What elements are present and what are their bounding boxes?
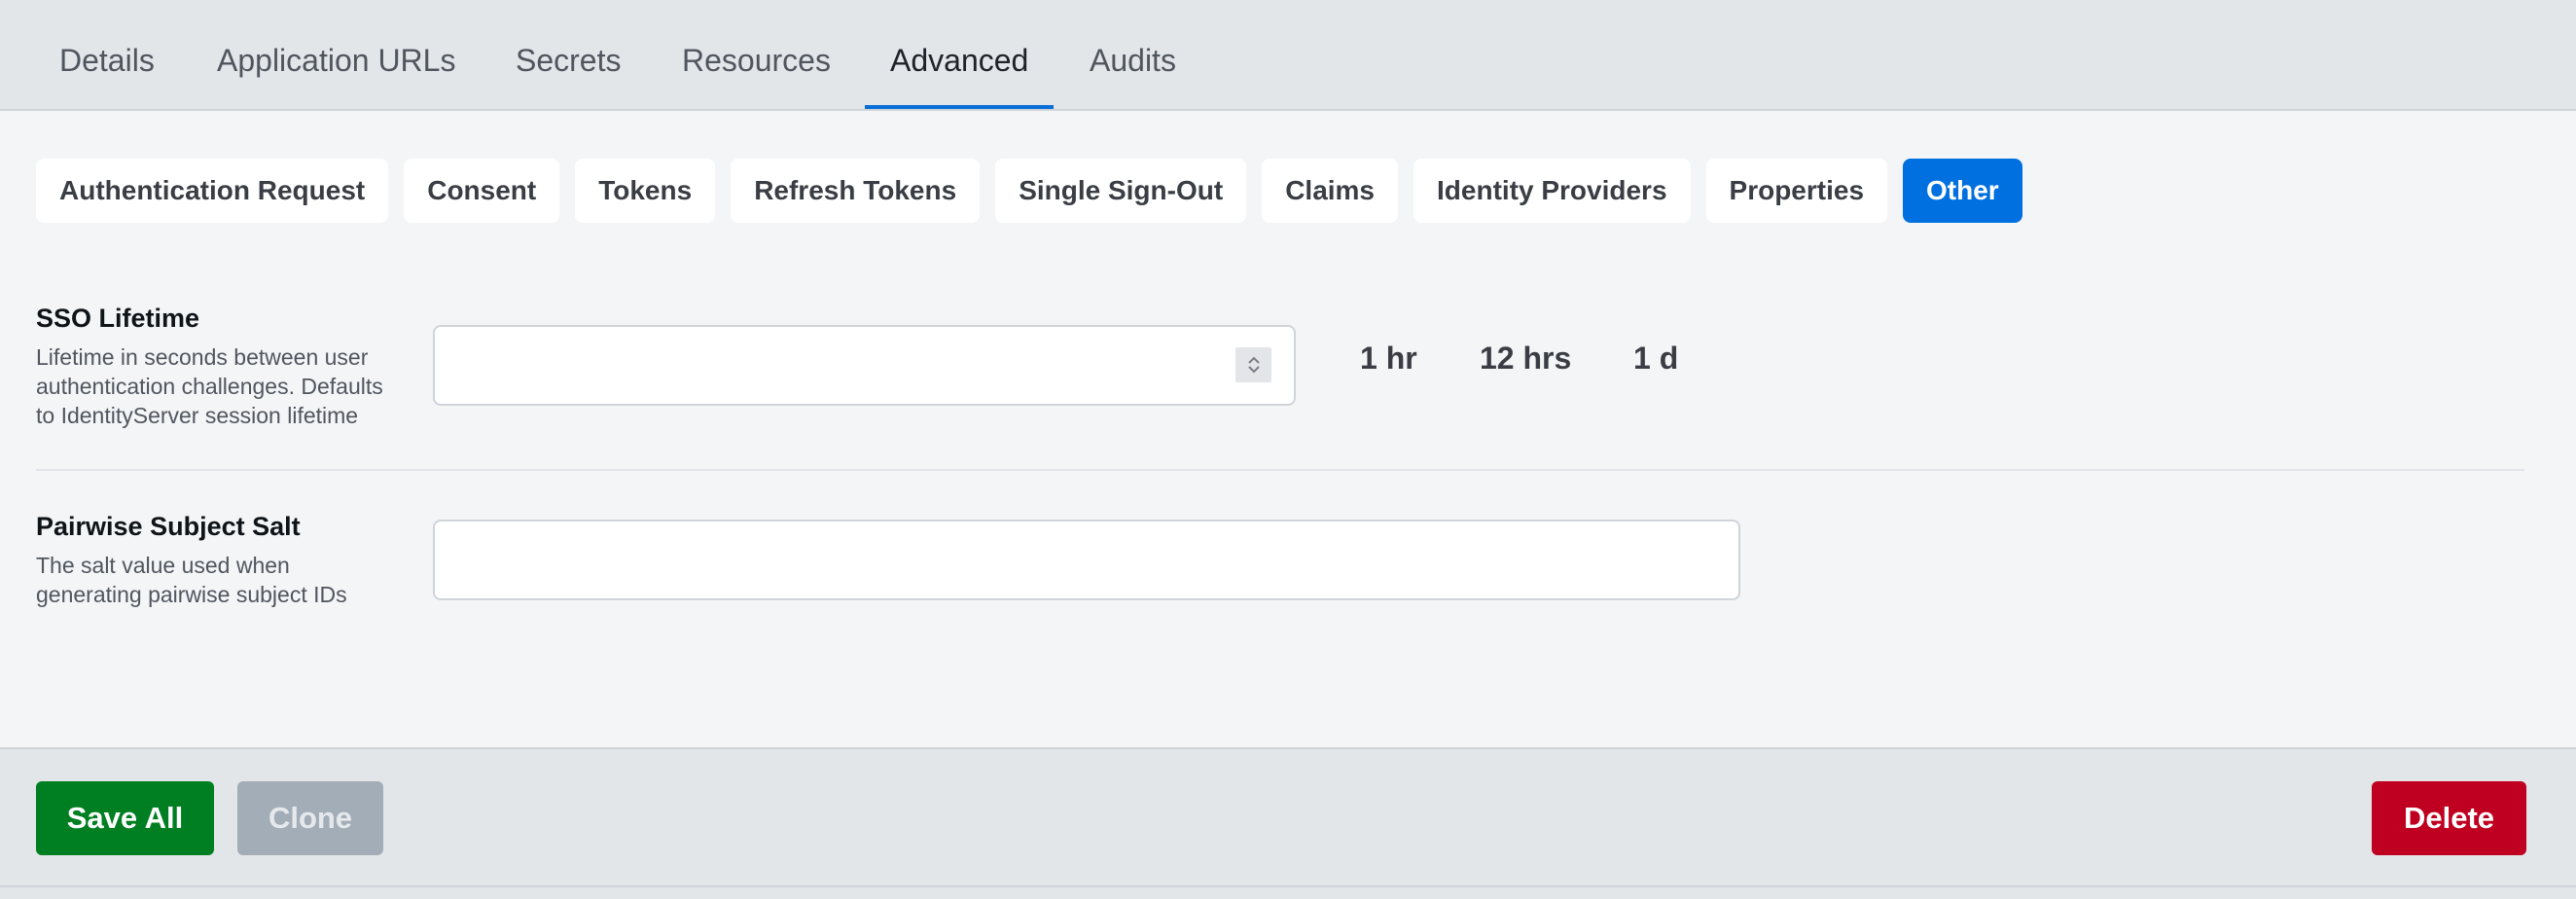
clone-button[interactable]: Clone bbox=[237, 781, 383, 855]
chevron-up-icon[interactable] bbox=[1246, 355, 1262, 365]
tab-audits[interactable]: Audits bbox=[1090, 0, 1176, 109]
sso-lifetime-description-line: authentication challenges. Defaults bbox=[36, 374, 383, 399]
bottom-strip bbox=[0, 887, 2576, 899]
subtab-other[interactable]: Other bbox=[1903, 159, 2022, 223]
tab-details[interactable]: Details bbox=[59, 0, 155, 109]
tab-application-urls[interactable]: Application URLs bbox=[217, 0, 455, 109]
pairwise-subject-salt-description: The salt value used when generating pair… bbox=[36, 551, 425, 609]
sso-lifetime-description: Lifetime in seconds between user authent… bbox=[36, 342, 425, 430]
tab-secrets[interactable]: Secrets bbox=[516, 0, 621, 109]
pairwise-description-line: The salt value used when bbox=[36, 553, 290, 578]
subtab-refresh-tokens[interactable]: Refresh Tokens bbox=[731, 159, 981, 223]
subtab-authentication-request[interactable]: Authentication Request bbox=[36, 159, 389, 223]
quick-set-1-d[interactable]: 1 d bbox=[1633, 341, 1678, 377]
action-footer: Save All Clone Delete bbox=[0, 747, 2576, 887]
sso-lifetime-description-line: Lifetime in seconds between user bbox=[36, 344, 369, 370]
save-all-button[interactable]: Save All bbox=[36, 781, 214, 855]
subtab-identity-providers[interactable]: Identity Providers bbox=[1413, 159, 1691, 223]
pairwise-description-line: generating pairwise subject IDs bbox=[36, 582, 347, 607]
subtab-properties[interactable]: Properties bbox=[1705, 159, 1888, 223]
quick-set-1-hr[interactable]: 1 hr bbox=[1360, 341, 1417, 377]
quick-set-12-hrs[interactable]: 12 hrs bbox=[1480, 341, 1571, 377]
subtab-tokens[interactable]: Tokens bbox=[575, 159, 716, 223]
subtab-single-sign-out[interactable]: Single Sign-Out bbox=[995, 159, 1247, 223]
sso-lifetime-input[interactable] bbox=[433, 325, 1296, 406]
tab-advanced[interactable]: Advanced bbox=[864, 0, 1055, 109]
sso-lifetime-description-line: to IdentityServer session lifetime bbox=[36, 403, 359, 428]
chevron-down-icon[interactable] bbox=[1246, 365, 1262, 375]
field-divider bbox=[36, 469, 2524, 471]
tab-resources[interactable]: Resources bbox=[682, 0, 831, 109]
sso-lifetime-label: SSO Lifetime bbox=[36, 304, 200, 333]
top-tab-bar: Details Application URLs Secrets Resourc… bbox=[0, 0, 2576, 111]
client-advanced-settings-page: Details Application URLs Secrets Resourc… bbox=[0, 0, 2576, 899]
subtab-consent[interactable]: Consent bbox=[404, 159, 560, 223]
delete-button[interactable]: Delete bbox=[2372, 781, 2526, 855]
subtab-claims[interactable]: Claims bbox=[1262, 159, 1399, 223]
pairwise-subject-salt-label: Pairwise Subject Salt bbox=[36, 512, 301, 541]
pairwise-subject-salt-input[interactable] bbox=[433, 520, 1740, 600]
advanced-sub-tab-bar: Authentication Request Consent Tokens Re… bbox=[36, 159, 2022, 223]
number-stepper[interactable] bbox=[1235, 347, 1271, 382]
